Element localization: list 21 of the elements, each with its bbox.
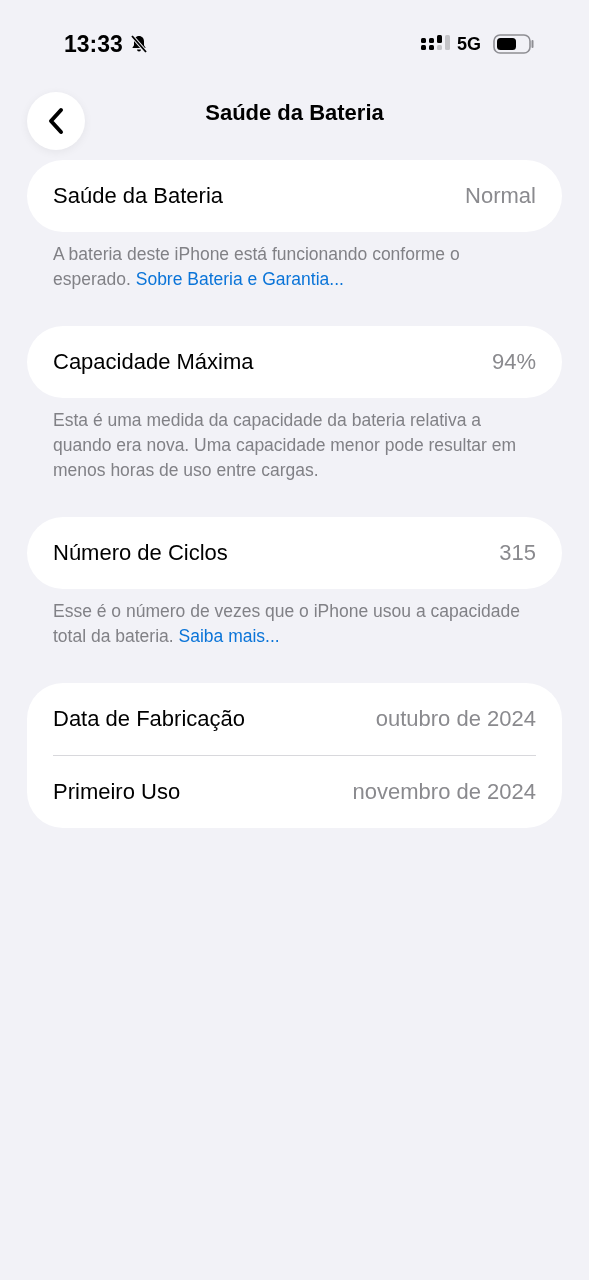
- row-label: Capacidade Máxima: [53, 349, 254, 375]
- signal-icon: [421, 35, 451, 53]
- section-footnote: Esta é uma medida da capacidade da bateria relativa a quando era nova. Uma capacidade menor pode resultar em menos horas de uso entre cargas.: [52, 409, 518, 482]
- row-label: Primeiro Uso: [53, 779, 181, 805]
- section-footnote: A bateria deste iPhone está funcionando conforme o esperado. Sobre Bateria e Garantia...: [52, 243, 461, 291]
- battery-icon: [493, 34, 535, 54]
- row-label: Saúde da Bateria: [53, 183, 224, 209]
- info-link[interactable]: Saiba mais...: [178, 626, 280, 646]
- row-value: 94%: [491, 349, 536, 375]
- row-value: novembro de 2024: [352, 779, 536, 805]
- chevron-left-icon: [48, 107, 64, 135]
- row-value: Normal: [465, 183, 536, 209]
- row-value: 315: [499, 540, 536, 566]
- info-link[interactable]: Sobre Bateria e Garantia...: [135, 269, 344, 289]
- page-title: Saúde da Bateria: [205, 100, 384, 126]
- row-label: Data de Fabricação: [53, 706, 245, 732]
- row-label: Número de Ciclos: [53, 540, 228, 566]
- section-footnote: Esse é o número de vezes que o iPhone usou a capacidade total da bateria. Saiba mais...: [52, 600, 521, 648]
- row-value: outubro de 2024: [375, 706, 536, 732]
- network-label: 5G: [457, 33, 481, 55]
- status-time: 13:33: [64, 30, 123, 58]
